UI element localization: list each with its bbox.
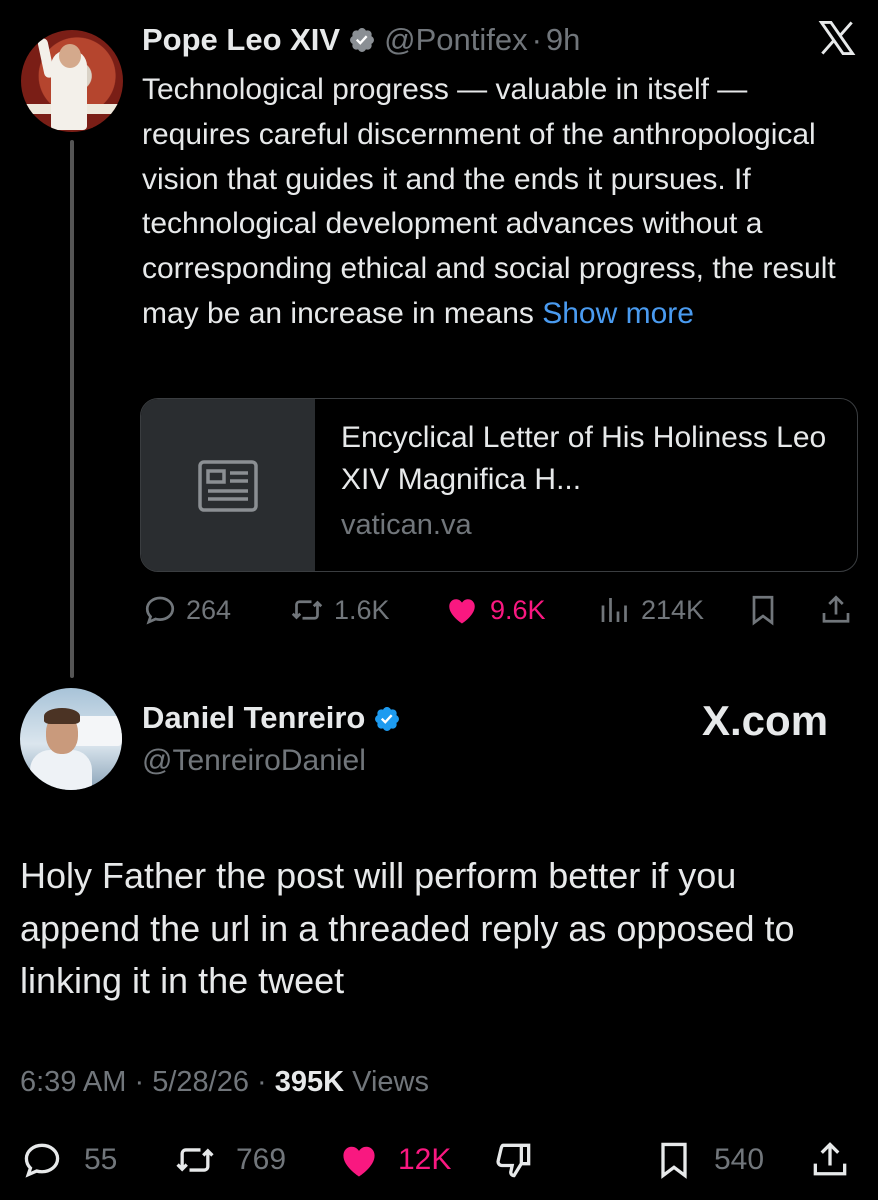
- separator-dot: ·: [257, 1066, 267, 1098]
- like-button[interactable]: 12K: [334, 1138, 451, 1182]
- dislike-button[interactable]: [492, 1138, 544, 1182]
- separator-dot: ·: [134, 1066, 145, 1098]
- like-count: 12K: [398, 1143, 452, 1176]
- reply-icon: [24, 1143, 60, 1178]
- reply-count: 55: [84, 1143, 118, 1176]
- link-domain: vatican.va: [341, 509, 472, 541]
- views-count: 214K: [641, 594, 705, 625]
- post-time[interactable]: 6:39 AM: [20, 1066, 126, 1098]
- tweet-body: Technological progress — valuable in its…: [142, 73, 836, 330]
- author-handle[interactable]: @Pontifex: [384, 22, 527, 58]
- bookmark-button[interactable]: 540: [652, 1138, 764, 1182]
- author-name[interactable]: Pope Leo XIV: [142, 22, 340, 58]
- verified-badge-icon: [348, 26, 376, 54]
- separator-dot: ·: [531, 22, 542, 57]
- tweet-time[interactable]: 9h: [546, 22, 580, 58]
- share-icon: [822, 595, 850, 623]
- views-count: 395K: [274, 1066, 345, 1098]
- link-preview-card[interactable]: Encyclical Letter of His Holiness Leo XI…: [140, 398, 858, 572]
- like-count: 9.6K: [490, 594, 546, 625]
- article-icon: [198, 460, 258, 512]
- parent-tweet-text: Technological progress — valuable in its…: [142, 68, 857, 337]
- reply-tweet-text: Holy Father the post will perform better…: [20, 855, 795, 1001]
- x-logo-icon: [815, 16, 859, 60]
- reply-button[interactable]: 264: [142, 592, 231, 628]
- repost-icon: [176, 1148, 214, 1172]
- post-date[interactable]: 5/28/26: [152, 1066, 249, 1098]
- bookmark-button[interactable]: [745, 592, 789, 628]
- like-button[interactable]: 9.6K: [442, 592, 546, 628]
- share-button[interactable]: [818, 592, 862, 628]
- show-more-link[interactable]: Show more: [542, 297, 694, 330]
- verified-badge-icon: [373, 704, 401, 732]
- reply-button[interactable]: 55: [20, 1138, 117, 1182]
- reply-tweet-actions: 55 769 12K 540: [0, 1136, 878, 1184]
- reply-count: 264: [186, 594, 232, 625]
- link-thumbnail: [141, 399, 315, 571]
- bookmark-count: 540: [714, 1143, 765, 1176]
- author-name[interactable]: Daniel Tenreiro: [142, 700, 365, 736]
- link-title: Encyclical Letter of His Holiness Leo XI…: [341, 421, 827, 496]
- parent-tweet-header: Pope Leo XIV @Pontifex · 9h: [142, 22, 580, 58]
- reply-tweet-header: Daniel Tenreiro: [142, 700, 409, 736]
- heart-filled-icon: [449, 599, 475, 624]
- author-handle[interactable]: @TenreiroDaniel: [142, 744, 366, 778]
- reply-icon: [145, 596, 175, 625]
- pope-avatar[interactable]: [21, 30, 123, 132]
- repost-icon: [291, 600, 323, 620]
- repost-count: 1.6K: [334, 594, 390, 625]
- daniel-avatar[interactable]: [20, 688, 122, 790]
- bookmark-icon: [752, 595, 774, 626]
- views-label: Views: [352, 1066, 429, 1098]
- bookmark-icon: [661, 1142, 687, 1179]
- repost-button[interactable]: 1.6K: [288, 592, 390, 628]
- views-button[interactable]: 214K: [597, 592, 704, 628]
- share-icon: [813, 1142, 847, 1176]
- repost-count: 769: [236, 1143, 287, 1176]
- heart-filled-icon: [343, 1146, 375, 1177]
- parent-tweet-actions: 264 1.6K 9.6K 214K: [0, 590, 878, 634]
- repost-button[interactable]: 769: [172, 1138, 286, 1182]
- reply-meta: 6:39 AM · 5/28/26 · 395K Views: [20, 1066, 429, 1099]
- xcom-watermark: X.com: [702, 697, 829, 744]
- analytics-icon: [601, 598, 627, 622]
- share-button[interactable]: [808, 1138, 860, 1182]
- thumbs-down-icon: [496, 1143, 531, 1178]
